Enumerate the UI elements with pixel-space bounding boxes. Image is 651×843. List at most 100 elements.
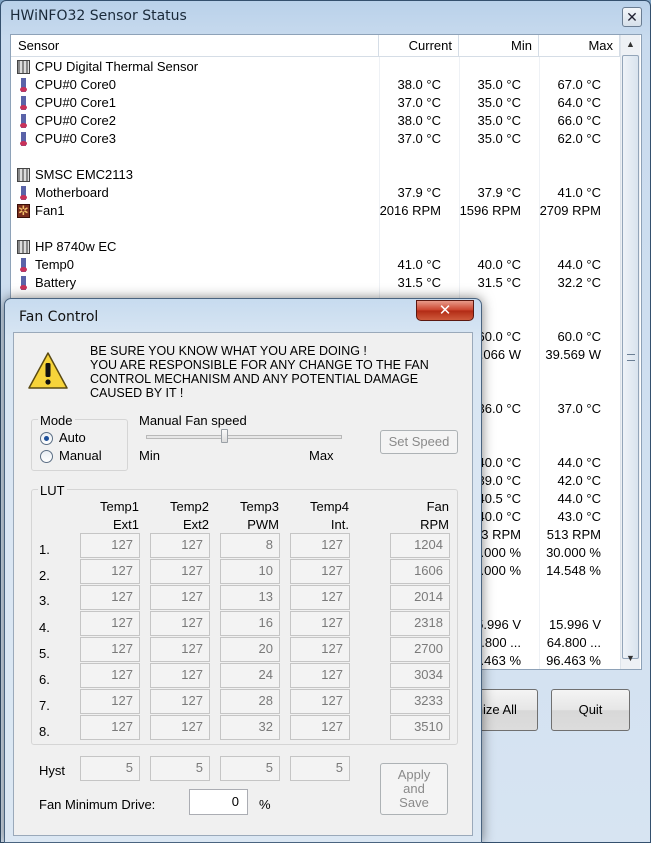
temp3-field[interactable]: 24 <box>220 663 280 688</box>
min-value: 37.9 °C <box>477 185 521 200</box>
sensor-row[interactable] <box>11 148 621 166</box>
temp2-field[interactable]: 127 <box>150 611 210 636</box>
warning-icon <box>28 352 68 389</box>
auto-label[interactable]: Auto <box>59 430 86 445</box>
temp3-field[interactable]: 20 <box>220 637 280 662</box>
vertical-scrollbar[interactable]: ▲ ▼ <box>620 35 640 669</box>
min-value: 5.996 V <box>476 617 521 632</box>
fan-rpm-field[interactable]: 2318 <box>390 611 450 636</box>
current-value: 2016 RPM <box>379 203 441 218</box>
sensor-row[interactable]: CPU Digital Thermal Sensor <box>11 58 621 76</box>
temp4-field[interactable]: 127 <box>290 533 350 558</box>
fan-minimum-drive-input[interactable]: 0 <box>189 789 248 815</box>
fan-speed-slider-track[interactable] <box>146 435 342 439</box>
lut-row-label: 4. <box>39 620 50 635</box>
hyst-field[interactable]: 5 <box>80 756 140 781</box>
auto-radio[interactable] <box>40 432 53 445</box>
temp1-field[interactable]: 127 <box>80 637 140 662</box>
scroll-up-icon[interactable]: ▲ <box>622 35 639 53</box>
temp2-field[interactable]: 127 <box>150 533 210 558</box>
column-header-current[interactable]: Current <box>379 35 459 57</box>
quit-button[interactable]: Quit <box>551 689 630 731</box>
close-icon[interactable]: ✕ <box>416 300 474 321</box>
sensor-row[interactable]: CPU#0 Core2 38.0 °C 35.0 °C 66.0 °C <box>11 112 621 130</box>
temp3-field[interactable]: 8 <box>220 533 280 558</box>
column-header-max[interactable]: Max <box>539 35 620 57</box>
max-value: 60.0 °C <box>557 329 601 344</box>
temp2-field[interactable]: 127 <box>150 585 210 610</box>
temp3-field[interactable]: 13 <box>220 585 280 610</box>
fan-rpm-field[interactable]: 1204 <box>390 533 450 558</box>
sensor-row[interactable]: CPU#0 Core3 37.0 °C 35.0 °C 62.0 °C <box>11 130 621 148</box>
fan-rpm-field[interactable]: 1606 <box>390 559 450 584</box>
hyst-field[interactable]: 5 <box>220 756 280 781</box>
temp1-field[interactable]: 127 <box>80 559 140 584</box>
scroll-down-icon[interactable]: ▼ <box>622 649 639 667</box>
temp2-field[interactable]: 127 <box>150 637 210 662</box>
column-header-sensor[interactable]: Sensor <box>11 35 379 57</box>
current-value: 37.9 °C <box>397 185 441 200</box>
temp3-field[interactable]: 16 <box>220 611 280 636</box>
max-value: 2709 RPM <box>539 203 601 218</box>
sensor-row[interactable] <box>11 220 621 238</box>
column-header-fan-rpm: Fan RPM <box>420 499 449 532</box>
temp2-field[interactable]: 127 <box>150 715 210 740</box>
temp4-field[interactable]: 127 <box>290 715 350 740</box>
sensor-name: CPU#0 Core3 <box>35 131 116 146</box>
sensor-row[interactable]: Fan1 2016 RPM 1596 RPM 2709 RPM <box>11 202 621 220</box>
window-title: HWiNFO32 Sensor Status <box>10 8 187 24</box>
lut-row-label: 8. <box>39 724 50 739</box>
temp1-field[interactable]: 127 <box>80 663 140 688</box>
lut-label: LUT <box>38 483 67 498</box>
fan-rpm-field[interactable]: 2700 <box>390 637 450 662</box>
apply-and-save-button[interactable]: Apply and Save <box>380 763 448 815</box>
temp1-field[interactable]: 127 <box>80 585 140 610</box>
fan-rpm-field[interactable]: 3510 <box>390 715 450 740</box>
sensor-row[interactable]: CPU#0 Core1 37.0 °C 35.0 °C 64.0 °C <box>11 94 621 112</box>
hyst-field[interactable]: 5 <box>150 756 210 781</box>
fan-rpm-field[interactable]: 3034 <box>390 663 450 688</box>
temp4-field[interactable]: 127 <box>290 559 350 584</box>
temp1-field[interactable]: 127 <box>80 611 140 636</box>
fan-rpm-field[interactable]: 2014 <box>390 585 450 610</box>
sensor-row[interactable]: CPU#0 Core0 38.0 °C 35.0 °C 67.0 °C <box>11 76 621 94</box>
temp4-field[interactable]: 127 <box>290 611 350 636</box>
sensor-name: CPU#0 Core2 <box>35 113 116 128</box>
temp4-field[interactable]: 127 <box>290 637 350 662</box>
lut-row-label: 2. <box>39 568 50 583</box>
sensor-row[interactable]: SMSC EMC2113 <box>11 166 621 184</box>
manual-radio[interactable] <box>40 450 53 463</box>
temp2-field[interactable]: 127 <box>150 663 210 688</box>
sensor-row[interactable]: HP 8740w EC <box>11 238 621 256</box>
temp4-field[interactable]: 127 <box>290 689 350 714</box>
fan-speed-slider-thumb[interactable] <box>221 429 228 443</box>
sensor-row[interactable]: Motherboard 37.9 °C 37.9 °C 41.0 °C <box>11 184 621 202</box>
min-value: 60.0 °C <box>477 329 521 344</box>
temp2-field[interactable]: 127 <box>150 559 210 584</box>
temp4-field[interactable]: 127 <box>290 585 350 610</box>
sensor-row[interactable]: Battery 31.5 °C 31.5 °C 32.2 °C <box>11 274 621 292</box>
manual-label[interactable]: Manual <box>59 448 102 463</box>
temp1-field[interactable]: 127 <box>80 689 140 714</box>
dialog-body: BE SURE YOU KNOW WHAT YOU ARE DOING ! YO… <box>13 332 473 836</box>
temp2-field[interactable]: 127 <box>150 689 210 714</box>
lut-row-label: 7. <box>39 698 50 713</box>
close-icon[interactable]: ✕ <box>622 7 642 27</box>
warning-text-line: CAUSED BY IT ! <box>90 386 184 400</box>
max-value: 62.0 °C <box>557 131 601 146</box>
temp1-field[interactable]: 127 <box>80 715 140 740</box>
set-speed-button[interactable]: Set Speed <box>380 430 458 454</box>
scrollbar-thumb[interactable] <box>622 55 639 659</box>
fan-rpm-field[interactable]: 3233 <box>390 689 450 714</box>
temp1-field[interactable]: 127 <box>80 533 140 558</box>
sensor-name: Battery <box>35 275 77 290</box>
column-header-min[interactable]: Min <box>459 35 539 57</box>
temp3-field[interactable]: 32 <box>220 715 280 740</box>
chip-icon <box>17 60 30 74</box>
temp3-field[interactable]: 28 <box>220 689 280 714</box>
warning-text-line: BE SURE YOU KNOW WHAT YOU ARE DOING ! <box>90 344 367 358</box>
hyst-field[interactable]: 5 <box>290 756 350 781</box>
sensor-row[interactable]: Temp0 41.0 °C 40.0 °C 44.0 °C <box>11 256 621 274</box>
temp3-field[interactable]: 10 <box>220 559 280 584</box>
temp4-field[interactable]: 127 <box>290 663 350 688</box>
